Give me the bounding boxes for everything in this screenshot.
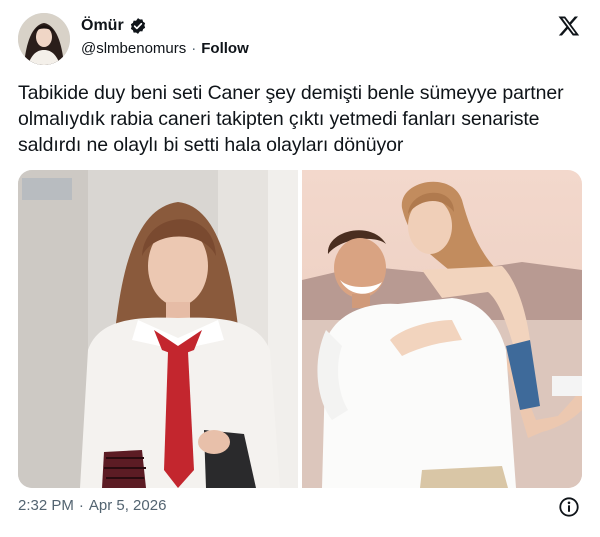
avatar[interactable] <box>18 13 70 65</box>
follow-button[interactable]: Follow <box>201 40 249 57</box>
display-name[interactable]: Ömür <box>81 17 124 35</box>
author-name-row: Ömür <box>81 17 147 35</box>
author-handle[interactable]: @slmbenomurs <box>81 40 186 57</box>
media-photo-2[interactable] <box>302 170 582 488</box>
verified-badge-icon <box>129 17 147 35</box>
photo-2-image <box>302 170 582 488</box>
photo-1-image <box>18 170 298 488</box>
tweet-card: Ömür @slmbenomurs · Follow Tabikide duy … <box>0 0 600 537</box>
media-grid <box>18 170 582 488</box>
meta-separator: · <box>78 497 84 514</box>
tweet-text: Tabikide duy beni seti Caner şey demişti… <box>18 82 564 156</box>
info-icon[interactable] <box>558 496 580 518</box>
tweet-date[interactable]: Apr 5, 2026 <box>89 497 167 514</box>
author-handle-row: @slmbenomurs · Follow <box>81 40 249 57</box>
avatar-image <box>18 13 70 65</box>
tweet-meta: 2:32 PM · Apr 5, 2026 <box>18 497 166 514</box>
handle-separator: · <box>191 40 197 57</box>
tweet-time[interactable]: 2:32 PM <box>18 497 74 514</box>
x-logo-icon[interactable] <box>557 14 581 38</box>
media-photo-1[interactable] <box>18 170 298 488</box>
